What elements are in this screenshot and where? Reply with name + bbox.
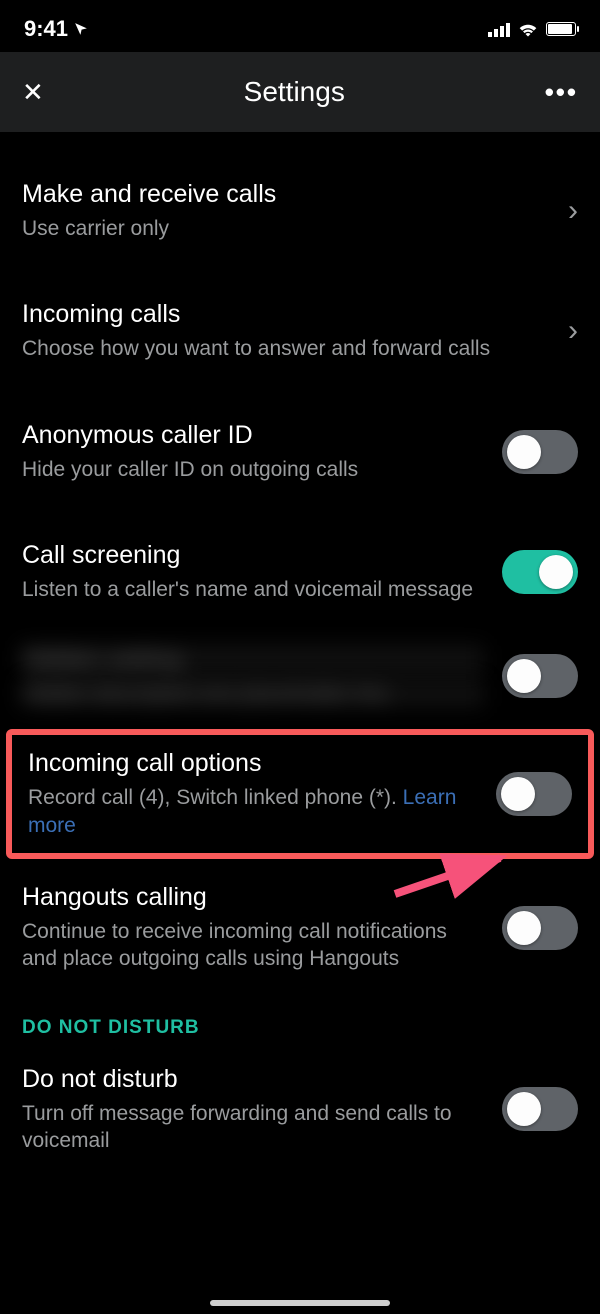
- row-title: Make and receive calls: [22, 180, 550, 209]
- close-icon[interactable]: ✕: [22, 77, 44, 108]
- battery-icon: [546, 22, 576, 36]
- location-icon: [74, 22, 88, 36]
- row-make-receive-calls[interactable]: Make and receive calls Use carrier only …: [0, 162, 600, 260]
- status-time: 9:41: [24, 16, 68, 42]
- row-redacted[interactable]: Hidden setting Hidden description text p…: [0, 627, 600, 725]
- row-title: Incoming call options: [28, 749, 478, 778]
- section-do-not-disturb: DO NOT DISTURB: [0, 991, 600, 1047]
- row-hangouts-calling[interactable]: Hangouts calling Continue to receive inc…: [0, 865, 600, 991]
- toggle-redacted[interactable]: [502, 654, 578, 698]
- row-do-not-disturb[interactable]: Do not disturb Turn off message forwardi…: [0, 1047, 600, 1173]
- row-subtitle: Hidden description text placeholder line: [22, 680, 484, 707]
- app-header: ✕ Settings •••: [0, 52, 600, 132]
- row-subtitle: Turn off message forwarding and send cal…: [22, 1100, 484, 1155]
- home-indicator: [210, 1300, 390, 1306]
- highlight-annotation: Incoming call options Record call (4), S…: [6, 729, 594, 859]
- row-title: Anonymous caller ID: [22, 421, 484, 450]
- toggle-do-not-disturb[interactable]: [502, 1087, 578, 1131]
- row-title: Hidden setting: [22, 645, 484, 674]
- row-subtitle: Continue to receive incoming call notifi…: [22, 918, 484, 973]
- chevron-right-icon: ›: [568, 314, 578, 348]
- row-subtitle: Record call (4), Switch linked phone (*)…: [28, 784, 478, 839]
- chevron-right-icon: ›: [568, 194, 578, 228]
- row-title: Call screening: [22, 541, 484, 570]
- row-title: Hangouts calling: [22, 883, 484, 912]
- signal-icon: [488, 21, 510, 37]
- row-subtitle: Use carrier only: [22, 215, 550, 242]
- row-anonymous-caller-id[interactable]: Anonymous caller ID Hide your caller ID …: [0, 403, 600, 501]
- row-incoming-calls[interactable]: Incoming calls Choose how you want to an…: [0, 282, 600, 380]
- row-title: Do not disturb: [22, 1065, 484, 1094]
- settings-list: Make and receive calls Use carrier only …: [0, 132, 600, 1172]
- row-subtitle: Listen to a caller's name and voicemail …: [22, 576, 484, 603]
- page-title: Settings: [244, 76, 345, 108]
- row-incoming-call-options[interactable]: Incoming call options Record call (4), S…: [12, 735, 588, 853]
- toggle-hangouts-calling[interactable]: [502, 906, 578, 950]
- toggle-anonymous-caller-id[interactable]: [502, 430, 578, 474]
- toggle-incoming-call-options[interactable]: [496, 772, 572, 816]
- more-icon[interactable]: •••: [545, 77, 578, 108]
- row-subtitle: Choose how you want to answer and forwar…: [22, 335, 550, 362]
- toggle-call-screening[interactable]: [502, 550, 578, 594]
- row-call-screening[interactable]: Call screening Listen to a caller's name…: [0, 523, 600, 621]
- wifi-icon: [518, 21, 538, 37]
- row-title: Incoming calls: [22, 300, 550, 329]
- row-subtitle: Hide your caller ID on outgoing calls: [22, 456, 484, 483]
- device-notch: [195, 0, 405, 34]
